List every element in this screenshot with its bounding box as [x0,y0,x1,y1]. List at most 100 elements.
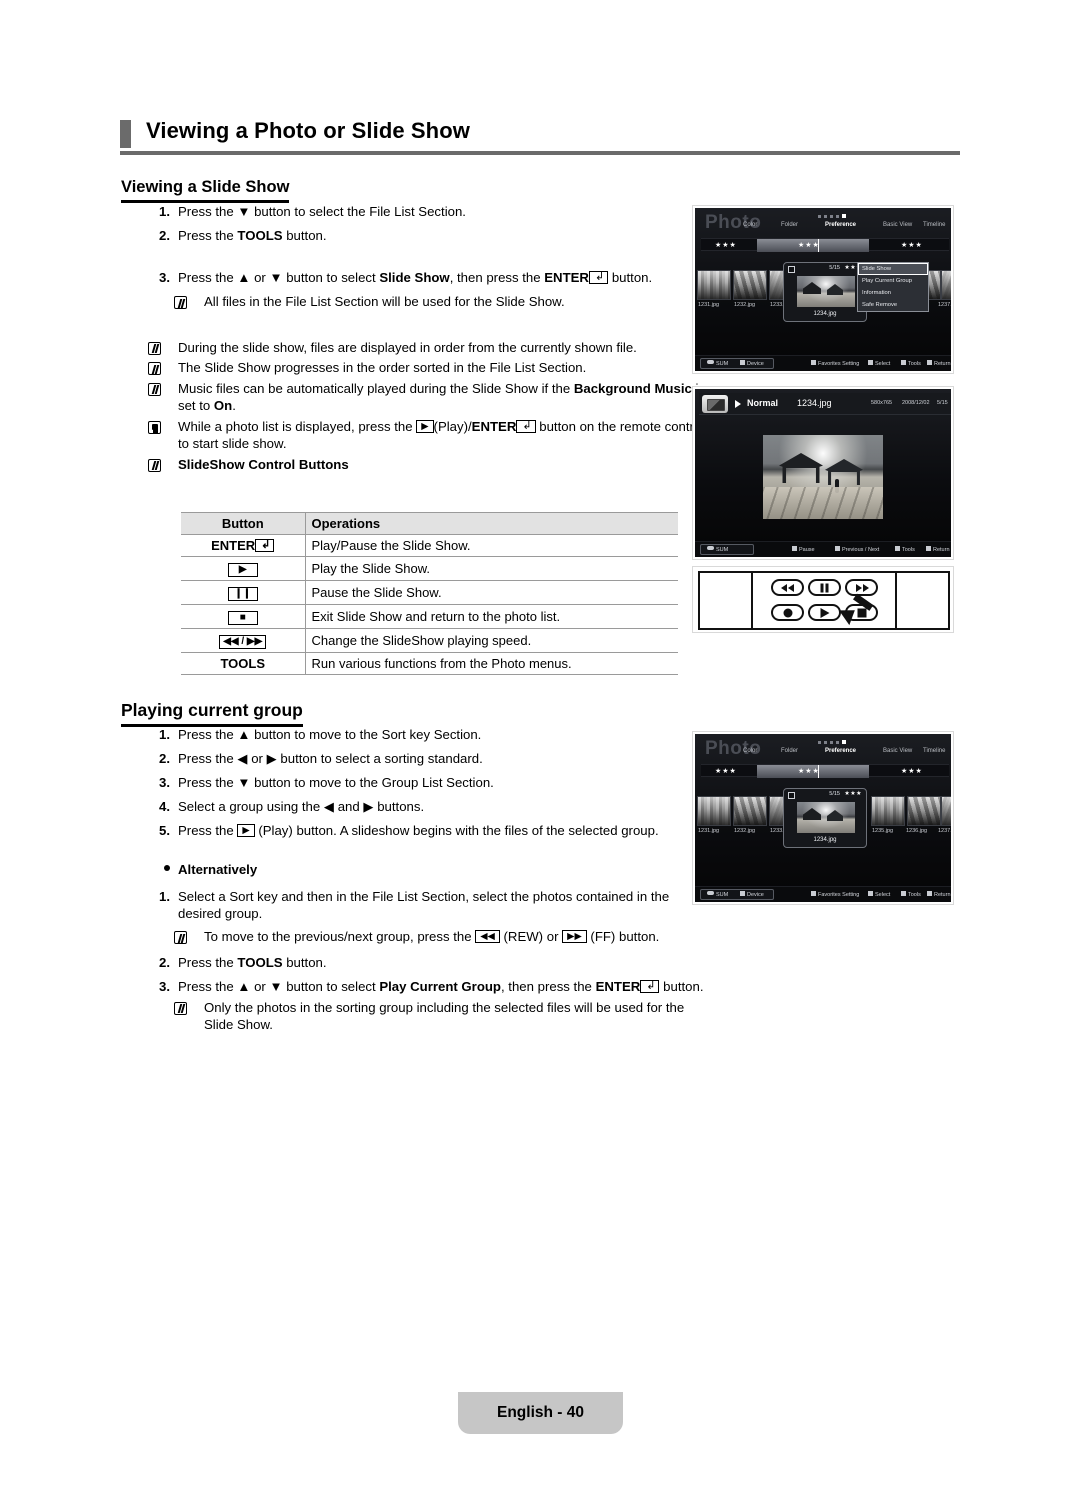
group-list-section[interactable]: ★★★ ★★★ ★★★ [701,764,949,778]
tab-folder[interactable]: Folder [781,748,798,754]
menu-item-information[interactable]: Information [858,287,928,299]
status-tools[interactable]: Tools [901,891,921,898]
status-return[interactable]: Return [926,546,950,553]
selected-file-card[interactable]: 5/15 ★★★ 1234.jpg [783,262,867,322]
remote-rewind-button[interactable] [771,579,804,596]
selected-file-name: 1234.jpg [813,311,837,317]
tab-color[interactable]: Color [743,222,757,228]
subheading-playing-current-group: Playing current group [121,700,303,727]
list-item[interactable] [941,270,951,300]
remote-play-button[interactable] [808,604,841,621]
tab-basic-view[interactable]: Basic View [883,748,912,754]
menu-item-play-current-group[interactable]: Play Current Group [858,275,928,287]
list-item[interactable] [697,270,731,300]
status-pause[interactable]: Pause [792,546,815,553]
status-previous-next[interactable]: Previous / Next [835,546,879,553]
file-name: 1237.jpg [938,828,953,834]
button-cell: ▶ [181,556,306,581]
list-item[interactable] [907,796,941,826]
step-number: 3. [159,978,170,994]
step-item: 1. Press the ▲ button to move to the Sort… [148,726,708,743]
up-arrow-icon: ▲ [237,978,251,994]
status-tools[interactable]: Tools [901,360,921,367]
note-text: All files in the File List Section will … [204,294,565,309]
list-item[interactable] [733,270,767,300]
screenshot-remote-control [692,566,954,633]
step-item: 1. Select a Sort key and then in the File… [148,888,693,922]
list-item[interactable] [733,796,767,826]
manual-page: Viewing a Photo or Slide Show Viewing a … [0,0,1080,1488]
tab-preference[interactable]: Preference [825,748,856,754]
status-tools[interactable]: Tools [895,546,915,553]
status-favorites-setting[interactable]: Favorites Setting [811,360,859,367]
status-device: Device [740,360,764,367]
remote-record-button[interactable] [771,604,804,621]
status-return[interactable]: Return [927,360,951,367]
status-select[interactable]: Select [868,360,890,367]
step-text: button to move to the Sort key Section. [250,727,482,742]
table-row: ❙❙ Pause the Slide Show. [181,580,678,605]
group-stars: ★★★ [798,767,820,775]
status-favorites-setting[interactable]: Favorites Setting [811,891,859,898]
tab-folder[interactable]: Folder [781,222,798,228]
enter-key-label: ENTER [544,270,589,285]
viewer-resolution: 580x765 [871,400,893,406]
step-item: 5. Press the ▶ (Play) button. A slideshow… [148,822,708,839]
page-dots [818,214,846,218]
group-steps: 1. Press the ▲ button to move to the Sort… [148,726,708,1037]
step-item: 2. Press the ◀ or ▶ button to select a so… [148,750,708,767]
enter-key-icon: ↲ [516,419,536,433]
left-arrow-icon: ◀ [237,751,248,766]
status-bar: SUM Device Favorites Setting Select Tool… [695,355,951,371]
tab-basic-view[interactable]: Basic View [883,222,912,228]
tab-color[interactable]: Color [743,748,757,754]
button-cell: ❙❙ [181,580,306,605]
tools-menu[interactable]: Slide Show Play Current Group Informatio… [857,262,929,312]
note-icon [174,929,187,947]
group-stars: ★★★ [901,767,923,775]
step-text: buttons. [373,799,425,814]
step-number: 1. [159,889,170,904]
list-item[interactable] [941,796,951,826]
note-item: SlideShow Control Buttons [148,456,708,474]
step-text: button to select [282,978,380,994]
tab-timeline[interactable]: Timeline [923,222,945,228]
selected-file-card[interactable]: 5/15 ★★★ 1234.jpg [783,788,867,848]
remote-pause-button[interactable] [808,579,841,596]
menu-item-safe-remove[interactable]: Safe Remove [858,299,928,311]
checkbox-icon[interactable] [788,792,795,799]
note-text: The Slide Show progresses in the order s… [178,360,587,375]
step-number: 1. [159,727,170,742]
step-number: 1. [159,204,170,219]
checkbox-icon[interactable] [788,266,795,273]
photo-badge-icon [702,395,728,413]
screenshot-photo-browser: Photo Color Folder Preference Basic View… [692,731,954,905]
alternatively-heading: Alternatively [148,861,708,878]
slideshow-control-table: Button Operations ENTER ↲ Play/Pause the … [181,512,678,675]
status-device: Device [740,891,764,898]
status-select[interactable]: Select [868,891,890,898]
status-return[interactable]: Return [927,891,951,898]
tab-timeline[interactable]: Timeline [923,748,945,754]
tab-preference[interactable]: Preference [825,222,856,228]
table-row: TOOLS Run various functions from the Pho… [181,652,678,675]
step-text: Press the [178,978,238,994]
group-list-section[interactable]: ★★★ ★★★ ★★★ [701,238,949,252]
list-item[interactable] [697,796,731,826]
note-item: To move to the previous/next group, pres… [174,928,708,946]
step-text: button. [608,270,653,285]
note-icon [148,381,161,399]
group-caret [818,239,819,252]
menu-name-slide-show: Slide Show [379,270,450,285]
menu-item-slide-show[interactable]: Slide Show [858,263,928,275]
note-icon [148,360,161,378]
step-text: Press the [178,751,238,766]
note-text: Only the photos in the sorting group inc… [204,999,685,1033]
selected-file-name: 1234.jpg [813,837,837,843]
group-caret [818,765,819,778]
file-index-counter: 5/15 [829,265,840,271]
status-sum: SUM [707,891,728,898]
operation-cell: Change the SlideShow playing speed. [305,628,678,653]
list-item[interactable] [871,796,905,826]
table-row: ▶ Play the Slide Show. [181,556,678,581]
